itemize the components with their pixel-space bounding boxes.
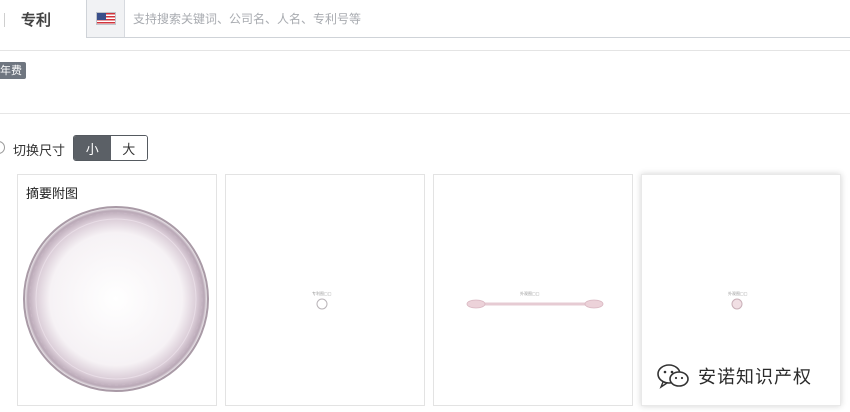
filter-area: 年费 (0, 51, 850, 114)
country-select[interactable] (87, 0, 125, 37)
size-switch-label: 切换尺寸 (13, 144, 66, 159)
us-flag-icon (96, 12, 116, 25)
figure-card-3[interactable]: 外观图□□ (433, 174, 633, 406)
size-toggle: 小 大 (73, 135, 148, 161)
watermark-text: 安诺知识产权 (698, 367, 812, 388)
tab-patent[interactable]: 专利 (21, 9, 51, 30)
tab-divider (4, 13, 5, 27)
cotton-swab-image (466, 299, 604, 309)
radio-button[interactable] (0, 141, 5, 154)
wechat-icon (657, 364, 689, 389)
search-box (86, 0, 850, 38)
top-bar: 专利 (0, 0, 850, 51)
figure-card-2[interactable]: 专利图□□ (225, 174, 425, 406)
round-product-image (23, 206, 209, 392)
size-large-button[interactable]: 大 (110, 136, 147, 160)
watermark: 安诺知识产权 (656, 362, 812, 390)
figure-card-abstract[interactable]: 摘要附图 (17, 174, 217, 406)
size-small-button[interactable]: 小 (74, 136, 111, 160)
view-toolbar: 切换尺寸 小 大 (0, 135, 300, 163)
search-input[interactable] (133, 9, 833, 29)
annual-fee-tag[interactable]: 年费 (0, 62, 26, 79)
small-circle-image (316, 298, 328, 310)
